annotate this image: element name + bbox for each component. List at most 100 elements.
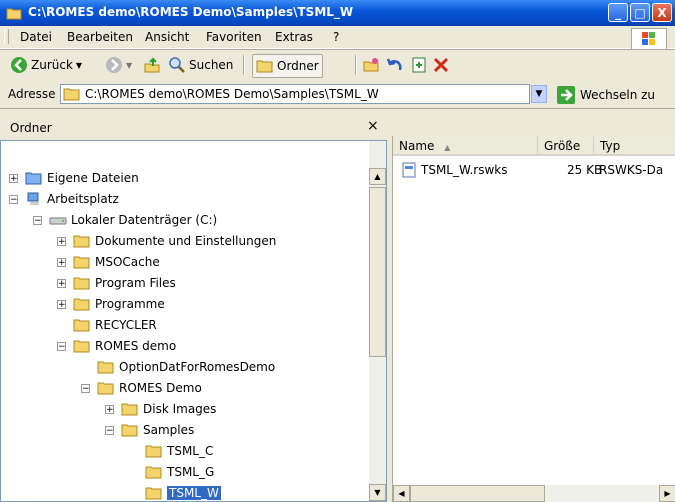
back-button[interactable]: Zurück ▼	[10, 54, 82, 76]
open-folder-icon	[97, 382, 114, 395]
go-label: Wechseln zu	[580, 88, 656, 102]
go-arrow-icon	[557, 86, 575, 104]
tree-node-tsml-c[interactable]: TSML_C	[129, 442, 213, 460]
file-row[interactable]: TSML_W.rswks	[401, 162, 508, 178]
close-button[interactable]: X	[652, 3, 672, 22]
tree-node-tsml-w[interactable]: TSML_W	[129, 484, 221, 501]
move-to-button[interactable]	[362, 54, 380, 76]
folders-pane-title: Ordner	[10, 121, 52, 135]
tree-node-dokumente[interactable]: + Dokumente und Einstellungen	[57, 232, 276, 250]
maximize-button[interactable]: □	[630, 3, 650, 22]
open-folder-icon	[145, 487, 162, 500]
delete-button[interactable]	[432, 54, 450, 76]
tree-node-disk-images[interactable]: + Disk Images	[105, 400, 216, 418]
column-header-name[interactable]: Name ▲	[393, 136, 538, 156]
copy-to-icon	[412, 57, 426, 73]
expand-icon[interactable]: +	[57, 236, 66, 246]
tree-node-romes-demo[interactable]: − ROMES Demo	[81, 379, 202, 397]
address-dropdown-button[interactable]: ▼	[531, 85, 547, 103]
copy-to-button[interactable]	[410, 54, 428, 76]
tree-node-eigene-dateien[interactable]: + Eigene Dateien	[9, 169, 139, 187]
expand-icon[interactable]: +	[105, 404, 114, 414]
tree-node-local-disk[interactable]: − Lokaler Datenträger (C:)	[33, 211, 217, 229]
tree-node-tsml-g[interactable]: TSML_G	[129, 463, 214, 481]
back-label: Zurück	[31, 58, 73, 72]
forward-button[interactable]: ▼	[105, 54, 132, 76]
folder-icon	[63, 88, 80, 101]
tree-node-arbeitsplatz[interactable]: − Arbeitsplatz	[9, 190, 119, 208]
folder-icon	[121, 403, 138, 416]
go-button[interactable]: Wechseln zu	[556, 85, 655, 105]
address-input[interactable]: C:\ROMES demo\ROMES Demo\Samples\TSML_W	[60, 84, 530, 104]
undo-icon	[386, 58, 402, 71]
back-dropdown-icon[interactable]: ▼	[76, 61, 82, 70]
toolbar-separator	[355, 55, 357, 75]
my-computer-icon	[27, 192, 39, 205]
file-size: 25 KB	[567, 163, 603, 177]
undo-button[interactable]	[386, 54, 404, 76]
column-header-size[interactable]: Größe	[538, 136, 594, 156]
folder-icon	[73, 235, 90, 248]
folders-label: Ordner	[277, 59, 319, 73]
expand-icon[interactable]: +	[9, 173, 18, 183]
collapse-icon[interactable]: −	[57, 341, 66, 351]
scroll-right-button[interactable]: ▶	[659, 485, 675, 502]
toolbar-grip[interactable]	[4, 29, 9, 44]
search-button[interactable]: Suchen	[168, 54, 233, 76]
menu-ansicht[interactable]: Ansicht	[145, 30, 189, 44]
expand-icon[interactable]: +	[57, 299, 66, 309]
folder-icon	[145, 466, 162, 479]
windows-logo-icon	[631, 28, 667, 50]
document-icon	[402, 162, 416, 178]
scroll-left-button[interactable]: ◀	[393, 485, 410, 502]
collapse-icon[interactable]: −	[9, 194, 18, 204]
folder-icon	[73, 298, 90, 311]
collapse-icon[interactable]: −	[105, 425, 114, 435]
up-folder-icon	[144, 57, 160, 73]
open-folder-icon	[73, 340, 90, 353]
search-icon	[169, 57, 185, 73]
tree-node-program-files[interactable]: + Program Files	[57, 274, 176, 292]
column-header-type[interactable]: Typ	[594, 136, 675, 156]
file-list: Name ▲ Größe Typ TSML_W.rswks 25 KB RSWK…	[392, 136, 675, 502]
collapse-icon[interactable]: −	[33, 215, 42, 225]
folders-button[interactable]: Ordner	[252, 54, 323, 78]
tree-node-programme[interactable]: + Programme	[57, 295, 165, 313]
back-arrow-icon	[11, 57, 27, 73]
tree-node-msocache[interactable]: + MSOCache	[57, 253, 160, 271]
menu-favoriten[interactable]: Favoriten	[206, 30, 262, 44]
tree-vertical-scrollbar[interactable]: ▲ ▼	[369, 141, 386, 501]
menu-bearbeiten[interactable]: Bearbeiten	[67, 30, 133, 44]
collapse-icon[interactable]: −	[81, 383, 90, 393]
tree-node-samples[interactable]: − Samples	[105, 421, 194, 439]
standard-toolbar: Zurück ▼ ▼ Suchen Ordner	[0, 49, 675, 82]
minimize-button[interactable]: _	[608, 3, 628, 22]
tree-node-recycler[interactable]: RECYCLER	[57, 316, 157, 334]
menu-extras[interactable]: Extras	[275, 30, 313, 44]
forward-arrow-icon	[106, 57, 122, 73]
folder-icon	[6, 8, 22, 20]
scroll-down-button[interactable]: ▼	[369, 484, 386, 501]
tree-node-optiondat[interactable]: OptionDatForRomesDemo	[81, 358, 275, 376]
menu-help[interactable]: ?	[333, 30, 339, 44]
scroll-up-button[interactable]: ▲	[369, 168, 386, 185]
forward-dropdown-icon[interactable]: ▼	[126, 61, 132, 70]
address-value: C:\ROMES demo\ROMES Demo\Samples\TSML_W	[85, 87, 379, 101]
expand-icon[interactable]: +	[57, 257, 66, 267]
tree-node-romes-demo-root[interactable]: − ROMES demo	[57, 337, 176, 355]
title-bar[interactable]: C:\ROMES demo\ROMES Demo\Samples\TSML_W …	[0, 0, 675, 26]
file-name: TSML_W.rswks	[421, 163, 508, 177]
folder-icon	[73, 256, 90, 269]
toolbar-separator	[243, 55, 245, 75]
expand-icon[interactable]: +	[57, 278, 66, 288]
up-folder-button[interactable]	[143, 54, 161, 76]
folders-icon	[256, 60, 273, 73]
window-title: C:\ROMES demo\ROMES Demo\Samples\TSML_W	[28, 5, 354, 19]
scroll-thumb[interactable]	[369, 187, 386, 357]
folders-pane-close-button[interactable]: ×	[367, 118, 379, 134]
list-horizontal-scrollbar[interactable]: ◀ ▶	[393, 485, 675, 502]
scroll-thumb[interactable]	[410, 485, 545, 502]
menu-datei[interactable]: Datei	[20, 30, 52, 44]
address-bar: Adresse C:\ROMES demo\ROMES Demo\Samples…	[0, 81, 675, 109]
folder-icon	[73, 277, 90, 290]
